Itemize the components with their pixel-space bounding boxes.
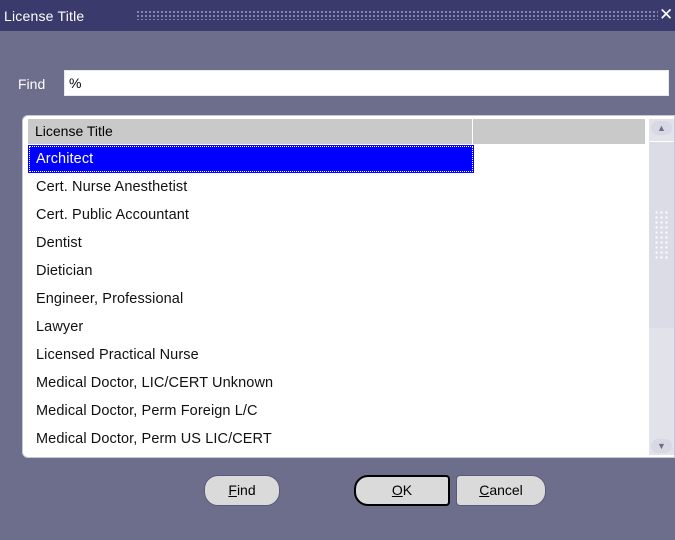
scroll-down-arrow-icon[interactable]: ▼: [651, 439, 672, 453]
list-item[interactable]: Cert. Nurse Anesthetist: [28, 173, 474, 201]
find-button-label: ind: [236, 482, 256, 498]
license-title-list: License Title Architect Cert. Nurse Anest…: [22, 115, 675, 458]
list-item[interactable]: Dentist: [28, 229, 474, 257]
scroll-thumb-grip-icon: [654, 210, 668, 260]
column-header-filler: [474, 119, 645, 144]
find-button[interactable]: Find: [204, 475, 280, 506]
list-item[interactable]: Dietician: [28, 257, 474, 285]
ok-button-label: K: [402, 482, 413, 498]
list-item[interactable]: Engineer, Professional: [28, 285, 474, 313]
title-bar-grip[interactable]: [136, 10, 658, 20]
list-item[interactable]: Lawyer: [28, 313, 474, 341]
ok-button-mnemonic: O: [391, 482, 403, 498]
cancel-button[interactable]: Cancel: [456, 475, 546, 506]
find-label: Find: [18, 76, 46, 92]
list-header: License Title: [28, 119, 645, 144]
list-item[interactable]: Medical Doctor, Temp Foreign L/C: [28, 453, 474, 457]
list-item[interactable]: Architect: [28, 145, 474, 173]
cancel-button-label: ancel: [489, 482, 523, 498]
list-item[interactable]: Cert. Public Accountant: [28, 201, 474, 229]
list-item[interactable]: Medical Doctor, Perm US LIC/CERT: [28, 425, 474, 453]
scroll-up-arrow-icon[interactable]: ▲: [651, 121, 672, 135]
vertical-scrollbar[interactable]: ▲ ▼: [649, 119, 674, 455]
list-rows: Architect Cert. Nurse Anesthetist Cert. Pu…: [28, 145, 645, 457]
list-item[interactable]: Medical Doctor, LIC/CERT Unknown: [28, 369, 474, 397]
ok-button[interactable]: OK: [354, 475, 450, 506]
list-item[interactable]: Licensed Practical Nurse: [28, 341, 474, 369]
list-item[interactable]: Medical Doctor, Perm Foreign L/C: [28, 397, 474, 425]
column-header-license-title[interactable]: License Title: [28, 119, 473, 144]
title-bar[interactable]: License Title ✕: [0, 0, 675, 31]
dialog-title: License Title: [4, 8, 85, 24]
find-button-mnemonic: F: [228, 482, 237, 498]
find-input[interactable]: [64, 70, 669, 96]
scroll-thumb[interactable]: [649, 141, 674, 328]
close-icon[interactable]: ✕: [659, 5, 675, 25]
cancel-button-mnemonic: C: [479, 482, 490, 498]
